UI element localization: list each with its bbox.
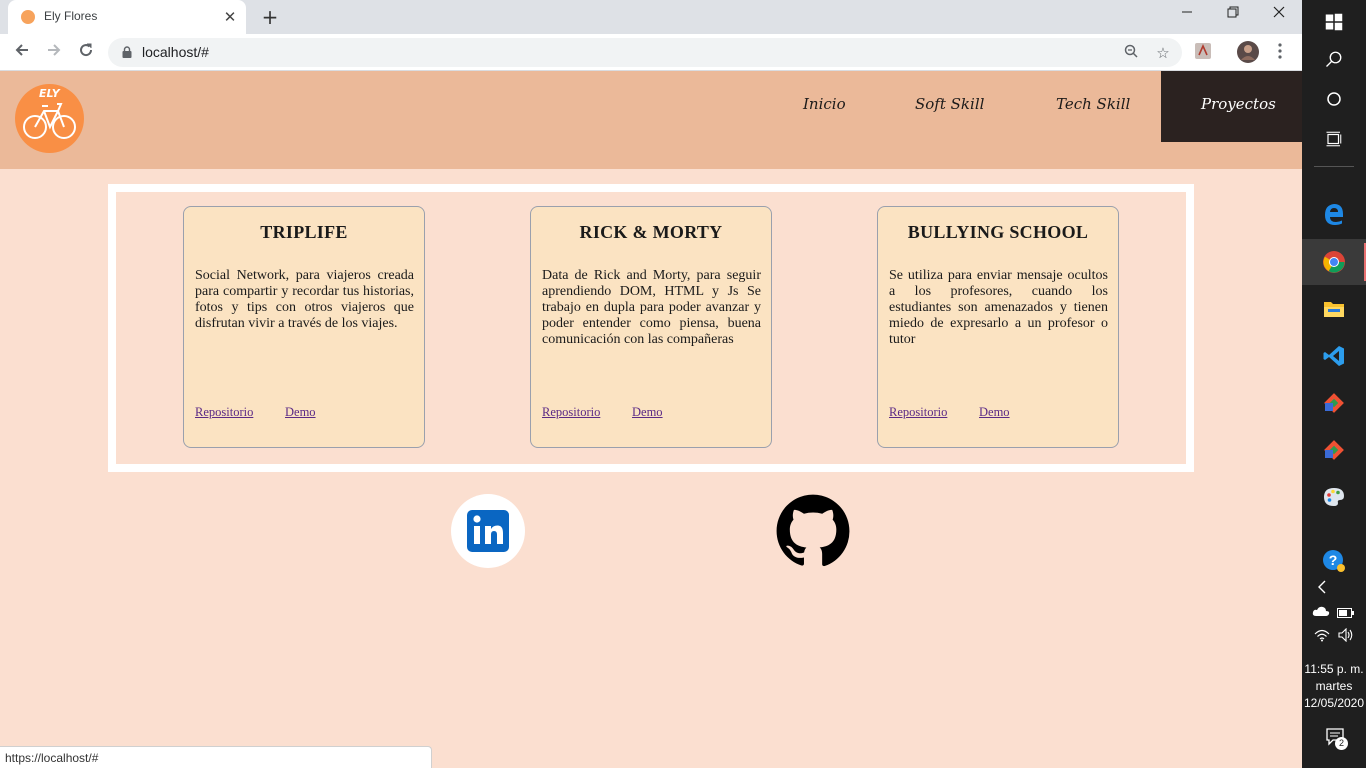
linkedin-icon[interactable] xyxy=(450,493,526,569)
card-title: TRIPLIFE xyxy=(260,222,348,242)
battery-icon[interactable] xyxy=(1336,607,1356,621)
system-clock[interactable]: 11:55 p. m. martes 12/05/2020 xyxy=(1302,661,1366,712)
task-view-icon xyxy=(1326,131,1342,147)
card-description: Data de Rick and Morty, para seguir apre… xyxy=(542,268,761,347)
taskbar-vscode[interactable] xyxy=(1302,333,1366,379)
windows-logo-icon xyxy=(1325,13,1343,31)
onedrive-icon[interactable] xyxy=(1310,605,1332,621)
git-icon xyxy=(1324,393,1344,413)
favicon-icon xyxy=(21,10,35,24)
clock-day: martes xyxy=(1315,679,1353,693)
taskbar-paint[interactable] xyxy=(1302,474,1366,520)
card-title: BULLYING SCHOOL xyxy=(907,222,1089,242)
forward-icon[interactable] xyxy=(41,40,67,66)
projects-section: TRIPLIFE Social Network, para viajeros c… xyxy=(108,184,1194,472)
browser-toolbar: localhost/# ☆ xyxy=(0,34,1302,71)
new-tab-button[interactable]: + xyxy=(258,6,282,30)
demo-link[interactable]: Demo xyxy=(979,405,1010,420)
help-icon: ? xyxy=(1323,550,1345,572)
folder-icon xyxy=(1324,302,1344,317)
site-header: ELY Inicio Soft Skill Tech Skill Proyect… xyxy=(0,71,1302,169)
tab-close-icon[interactable]: ✕ xyxy=(220,7,240,27)
clock-date: 12/05/2020 xyxy=(1303,696,1365,710)
page-content: ELY Inicio Soft Skill Tech Skill Proyect… xyxy=(0,71,1302,768)
bicycle-icon xyxy=(23,103,76,139)
taskbar-divider xyxy=(1314,166,1354,167)
card-title: RICK & MORTY xyxy=(579,222,723,242)
taskbar-edge[interactable] xyxy=(1302,191,1366,237)
demo-link[interactable]: Demo xyxy=(285,405,316,420)
project-card-bullying-school: BULLYING SCHOOL Se utiliza para enviar m… xyxy=(877,206,1119,448)
repo-link[interactable]: Repositorio xyxy=(542,405,600,420)
nav-proyectos-active[interactable]: Proyectos xyxy=(1161,71,1302,142)
paint-palette-icon xyxy=(1324,488,1344,506)
zoom-icon[interactable] xyxy=(1121,43,1141,63)
wifi-icon[interactable] xyxy=(1312,628,1332,646)
repo-link[interactable]: Repositorio xyxy=(889,405,947,420)
lock-icon xyxy=(122,46,132,58)
browser-tab[interactable]: Ely Flores ✕ xyxy=(8,0,246,34)
demo-link[interactable]: Demo xyxy=(632,405,663,420)
url-text: localhost/# xyxy=(142,44,209,60)
taskbar-git-gui[interactable] xyxy=(1302,380,1366,426)
restore-button[interactable] xyxy=(1210,0,1256,30)
address-bar[interactable]: localhost/# ☆ xyxy=(108,38,1182,67)
action-center-icon[interactable]: 2 xyxy=(1324,728,1348,750)
project-card-triplife: TRIPLIFE Social Network, para viajeros c… xyxy=(183,206,425,448)
bookmark-star-icon[interactable]: ☆ xyxy=(1153,43,1173,63)
windows-taskbar: ? 11:55 p. m. martes 12/05/2020 2 xyxy=(1302,0,1366,768)
cortana-icon xyxy=(1327,92,1341,106)
browser-window: Ely Flores ✕ + localhost/# ☆ ELY Inicio … xyxy=(0,0,1302,768)
nav-proyectos[interactable]: Proyectos xyxy=(1201,95,1276,113)
card-description: Social Network, para viajeros creada par… xyxy=(195,268,414,331)
search-icon xyxy=(1326,51,1342,67)
taskbar-help[interactable]: ? xyxy=(1302,538,1366,584)
card-description: Se utiliza para enviar mensaje ocultos a… xyxy=(889,268,1108,347)
minimize-button[interactable] xyxy=(1164,0,1210,30)
tab-strip: Ely Flores ✕ + xyxy=(0,0,1302,34)
project-card-rick-morty: RICK & MORTY Data de Rick and Morty, par… xyxy=(530,206,772,448)
notification-count: 2 xyxy=(1335,737,1348,750)
pdf-extension-icon[interactable] xyxy=(1193,41,1215,63)
menu-dots-icon[interactable] xyxy=(1270,41,1292,63)
nav-tech-skill[interactable]: Tech Skill xyxy=(1056,95,1130,113)
status-bar: https://localhost/# xyxy=(0,746,432,768)
edge-icon xyxy=(1325,204,1343,225)
back-icon[interactable] xyxy=(9,40,35,66)
taskbar-git-bash[interactable] xyxy=(1302,427,1366,473)
status-url: https://localhost/# xyxy=(5,751,99,765)
chrome-icon xyxy=(1323,251,1345,273)
clock-time: 11:55 p. m. xyxy=(1304,662,1364,676)
git-bash-icon xyxy=(1324,440,1344,460)
logo[interactable]: ELY xyxy=(15,84,84,153)
vscode-icon xyxy=(1323,346,1344,366)
close-window-button[interactable] xyxy=(1256,0,1302,30)
chevron-left-icon[interactable] xyxy=(1312,580,1332,598)
github-icon[interactable] xyxy=(775,493,851,569)
nav-soft-skill[interactable]: Soft Skill xyxy=(915,95,984,113)
volume-icon[interactable] xyxy=(1336,627,1356,646)
taskbar-file-explorer[interactable] xyxy=(1302,286,1366,332)
taskbar-chrome[interactable] xyxy=(1302,239,1366,285)
projects-inner: TRIPLIFE Social Network, para viajeros c… xyxy=(116,192,1186,464)
svg-text:?: ? xyxy=(1329,552,1338,568)
profile-avatar[interactable] xyxy=(1237,41,1259,63)
tab-title: Ely Flores xyxy=(44,9,98,23)
nav-inicio[interactable]: Inicio xyxy=(803,95,846,113)
task-view-button[interactable] xyxy=(1302,117,1366,163)
repo-link[interactable]: Repositorio xyxy=(195,405,253,420)
reload-icon[interactable] xyxy=(73,40,99,66)
